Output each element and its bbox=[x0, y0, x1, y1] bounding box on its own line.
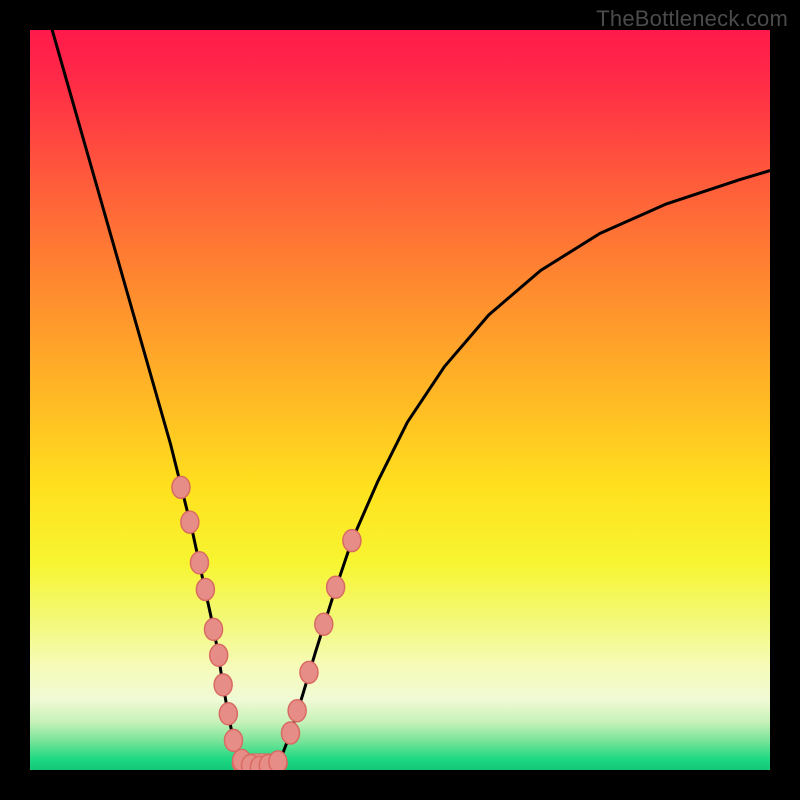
gradient-background bbox=[30, 30, 770, 770]
data-marker bbox=[288, 700, 306, 722]
data-marker bbox=[196, 578, 214, 600]
data-marker bbox=[172, 476, 190, 498]
chart-svg bbox=[30, 30, 770, 770]
data-marker bbox=[300, 661, 318, 683]
chart-frame: TheBottleneck.com bbox=[0, 0, 800, 800]
data-marker bbox=[181, 511, 199, 533]
data-marker bbox=[269, 751, 287, 770]
data-marker bbox=[214, 674, 232, 696]
data-marker bbox=[210, 644, 228, 666]
data-marker bbox=[281, 722, 299, 744]
data-marker bbox=[315, 613, 333, 635]
data-marker bbox=[190, 552, 208, 574]
data-marker bbox=[343, 530, 361, 552]
data-marker bbox=[219, 703, 237, 725]
data-marker bbox=[225, 729, 243, 751]
data-marker bbox=[327, 576, 345, 598]
watermark-text: TheBottleneck.com bbox=[596, 6, 788, 32]
data-marker bbox=[205, 618, 223, 640]
plot-area bbox=[30, 30, 770, 770]
